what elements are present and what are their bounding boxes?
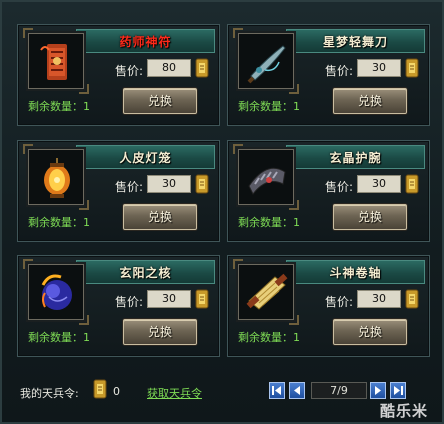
item-card-3: 人皮灯笼 售价: 30 剩余数量：1 兑换 — [17, 140, 220, 242]
price-value: 80 — [147, 59, 191, 77]
item-name: 斗神卷轴 — [329, 266, 382, 280]
lantern-icon[interactable] — [23, 144, 89, 210]
prev-page-icon — [294, 386, 300, 395]
exchange-button[interactable]: 兑换 — [333, 319, 407, 345]
orb-icon[interactable] — [23, 259, 89, 325]
price-label: 售价: — [325, 180, 354, 194]
item-card-2: 星梦轻舞刀 售价: 30 剩余数量：1 兑换 — [227, 24, 430, 126]
next-page-button[interactable] — [370, 382, 386, 399]
token-icon — [195, 174, 209, 194]
price-value: 30 — [357, 175, 401, 193]
last-page-button[interactable] — [390, 382, 406, 399]
token-icon — [405, 289, 419, 309]
price-label: 售价: — [325, 295, 354, 309]
exchange-button[interactable]: 兑换 — [333, 204, 407, 230]
sword-icon[interactable] — [233, 28, 299, 94]
price-value: 30 — [357, 290, 401, 308]
next-page-icon — [375, 386, 381, 395]
token-balance-value: 0 — [113, 385, 120, 398]
item-name: 药师神符 — [119, 35, 172, 49]
remaining-count: 剩余数量：1 — [28, 100, 90, 113]
item-card-5: 玄阳之核 售价: 30 剩余数量：1 兑换 — [17, 255, 220, 357]
get-token-link[interactable]: 获取天兵令 — [147, 385, 202, 401]
token-icon — [405, 174, 419, 194]
remaining-count: 剩余数量：1 — [28, 216, 90, 229]
token-icon — [405, 58, 419, 78]
remaining-count: 剩余数量：1 — [238, 331, 300, 344]
last-page-icon — [394, 386, 403, 395]
price-label: 售价: — [115, 64, 144, 78]
token-icon — [93, 379, 107, 399]
prev-page-button[interactable] — [289, 382, 305, 399]
item-name: 星梦轻舞刀 — [322, 35, 388, 49]
first-page-button[interactable] — [269, 382, 285, 399]
exchange-button[interactable]: 兑换 — [333, 88, 407, 114]
price-value: 30 — [147, 290, 191, 308]
token-balance-label: 我的天兵令: — [20, 387, 79, 400]
price-label: 售价: — [325, 64, 354, 78]
exchange-panel: 药师神符 售价: 80 剩余数量：1 兑换 星梦轻舞刀 售价: 30 剩余数量：… — [0, 0, 444, 424]
exchange-button[interactable]: 兑换 — [123, 88, 197, 114]
remaining-count: 剩余数量：1 — [28, 331, 90, 344]
remaining-count: 剩余数量：1 — [238, 100, 300, 113]
remaining-count: 剩余数量：1 — [238, 216, 300, 229]
price-value: 30 — [147, 175, 191, 193]
watermark: 酷乐米 — [380, 402, 429, 420]
exchange-button[interactable]: 兑换 — [123, 204, 197, 230]
item-name: 玄晶护腕 — [329, 151, 382, 165]
page-indicator: 7/9 — [311, 382, 367, 399]
price-value: 30 — [357, 59, 401, 77]
token-icon — [195, 289, 209, 309]
item-card-6: 斗神卷轴 售价: 30 剩余数量：1 兑换 — [227, 255, 430, 357]
wristguard-icon[interactable] — [233, 144, 299, 210]
item-name: 人皮灯笼 — [119, 151, 172, 165]
item-card-1: 药师神符 售价: 80 剩余数量：1 兑换 — [17, 24, 220, 126]
scroll-icon[interactable] — [233, 259, 299, 325]
price-label: 售价: — [115, 295, 144, 309]
exchange-button[interactable]: 兑换 — [123, 319, 197, 345]
item-name: 玄阳之核 — [119, 266, 172, 280]
item-card-4: 玄晶护腕 售价: 30 剩余数量：1 兑换 — [227, 140, 430, 242]
token-icon — [195, 58, 209, 78]
talisman-icon[interactable] — [23, 28, 89, 94]
first-page-icon — [272, 386, 281, 395]
price-label: 售价: — [115, 180, 144, 194]
